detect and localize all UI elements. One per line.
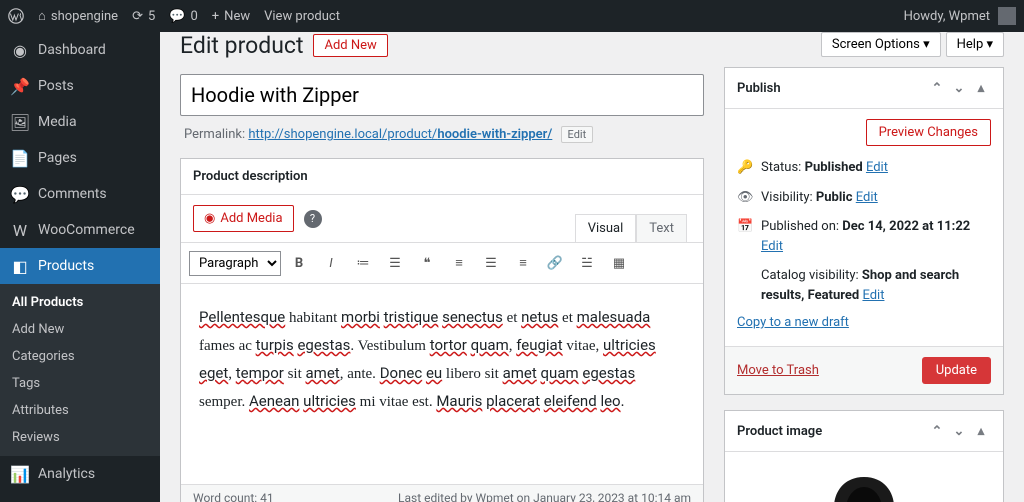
product-image-panel: Product image ⌃ ⌄ ▴ <box>724 410 1004 502</box>
screen-options-button[interactable]: Screen Options ▾ <box>821 32 941 57</box>
edit-visibility-link[interactable]: Edit <box>856 190 878 205</box>
updates-count: 5 <box>148 9 155 24</box>
updates-link[interactable]: ⟳ 5 <box>132 9 155 24</box>
word-count: Word count: 41 <box>193 491 274 502</box>
products-submenu: All Products Add New Categories Tags Att… <box>0 284 160 456</box>
number-list-button[interactable]: ☰ <box>381 249 409 277</box>
refresh-icon: ⟳ <box>132 9 143 24</box>
visual-tab[interactable]: Visual <box>575 214 637 242</box>
menu-dashboard[interactable]: ◉Dashboard <box>0 32 160 68</box>
bullet-list-button[interactable]: ≔ <box>349 249 377 277</box>
chevron-up-icon[interactable]: ⌃ <box>927 78 947 98</box>
copy-draft-link[interactable]: Copy to a new draft <box>737 315 991 330</box>
chevron-down-icon[interactable]: ⌄ <box>949 421 969 441</box>
site-name: shopengine <box>51 9 118 24</box>
publish-heading: Publish <box>737 81 781 96</box>
add-new-button[interactable]: Add New <box>313 34 387 57</box>
align-left-button[interactable]: ≡ <box>445 249 473 277</box>
site-link[interactable]: ⌂ shopengine <box>38 8 118 24</box>
admin-sidebar: ◉Dashboard 📌Posts 🖼Media 📄Pages 💬Comment… <box>0 0 160 502</box>
help-button[interactable]: Help ▾ <box>946 32 1004 57</box>
media-icon: ◉ <box>204 211 215 226</box>
align-right-button[interactable]: ≡ <box>509 249 537 277</box>
admin-topbar: ⌂ shopengine ⟳ 5 💬 0 + New View product … <box>0 0 1024 32</box>
description-heading: Product description <box>181 159 703 195</box>
align-center-button[interactable]: ☰ <box>477 249 505 277</box>
permalink-label: Permalink: <box>184 127 245 142</box>
edit-catalog-link[interactable]: Edit <box>862 288 884 303</box>
readmore-button[interactable]: ☱ <box>573 249 601 277</box>
edit-slug-button[interactable]: Edit <box>561 126 594 143</box>
page-icon: 📄 <box>10 148 30 168</box>
move-trash-link[interactable]: Move to Trash <box>737 363 819 378</box>
menu-marketing[interactable]: 📣Marketing <box>0 492 160 502</box>
menu-media[interactable]: 🖼Media <box>0 104 160 140</box>
hoodie-icon <box>784 467 944 502</box>
comments-icon: 💬 <box>10 184 30 204</box>
editor-toolbar: Paragraph B I ≔ ☰ ❝ ≡ ☰ ≡ 🔗 ☱ ▦ <box>181 242 703 284</box>
wp-logo[interactable] <box>8 8 24 24</box>
editor-content[interactable]: Pellentesque habitant morbi tristique se… <box>181 284 703 484</box>
toolbar-toggle-button[interactable]: ▦ <box>605 249 633 277</box>
italic-button[interactable]: I <box>317 249 345 277</box>
bold-button[interactable]: B <box>285 249 313 277</box>
submenu-add-new[interactable]: Add New <box>0 316 160 343</box>
menu-products[interactable]: ◧Products <box>0 248 160 284</box>
new-link[interactable]: + New <box>212 9 250 24</box>
dashboard-icon: ◉ <box>10 40 30 60</box>
product-title-input[interactable] <box>180 74 704 116</box>
publish-panel: Publish ⌃ ⌄ ▴ Preview Changes 🔑Status: P… <box>724 67 1004 395</box>
add-media-button[interactable]: ◉ Add Media <box>193 205 294 232</box>
preview-changes-button[interactable]: Preview Changes <box>866 119 991 146</box>
menu-comments[interactable]: 💬Comments <box>0 176 160 212</box>
format-select[interactable]: Paragraph <box>189 251 281 276</box>
view-product-link[interactable]: View product <box>264 9 340 24</box>
submenu-attributes[interactable]: Attributes <box>0 397 160 424</box>
chevron-down-icon[interactable]: ⌄ <box>949 78 969 98</box>
comments-count: 0 <box>190 9 197 24</box>
eye-icon: 👁 <box>737 188 753 208</box>
new-label: New <box>224 9 250 24</box>
submenu-reviews[interactable]: Reviews <box>0 424 160 451</box>
help-icon[interactable]: ? <box>304 210 322 228</box>
menu-woocommerce[interactable]: WWooCommerce <box>0 212 160 248</box>
menu-analytics[interactable]: 📊Analytics <box>0 456 160 492</box>
menu-pages[interactable]: 📄Pages <box>0 140 160 176</box>
description-box: Product description ◉ Add Media ? Visual… <box>180 158 704 502</box>
permalink-link[interactable]: http://shopengine.local/product/hoodie-w… <box>248 127 552 142</box>
link-button[interactable]: 🔗 <box>541 249 569 277</box>
woo-icon: W <box>10 220 30 240</box>
key-icon: 🔑 <box>737 158 753 178</box>
howdy-text[interactable]: Howdy, Wpmet <box>904 9 990 24</box>
comments-link[interactable]: 💬 0 <box>169 9 198 24</box>
plus-icon: + <box>212 9 219 24</box>
text-tab[interactable]: Text <box>636 214 687 242</box>
last-edited: Last edited by Wpmet on January 23, 2023… <box>398 491 691 502</box>
pin-icon: 📌 <box>10 76 30 96</box>
submenu-all-products[interactable]: All Products <box>0 289 160 316</box>
media-icon: 🖼 <box>10 112 30 132</box>
submenu-tags[interactable]: Tags <box>0 370 160 397</box>
products-icon: ◧ <box>10 256 30 276</box>
edit-status-link[interactable]: Edit <box>866 160 888 175</box>
chevron-up-icon[interactable]: ⌃ <box>927 421 947 441</box>
page-title: Edit product <box>180 32 303 59</box>
analytics-icon: 📊 <box>10 464 30 484</box>
toggle-panel-icon[interactable]: ▴ <box>971 78 991 98</box>
permalink-row: Permalink: http://shopengine.local/produ… <box>184 126 704 143</box>
menu-posts[interactable]: 📌Posts <box>0 68 160 104</box>
calendar-icon: 📅 <box>737 217 753 237</box>
product-image[interactable] <box>737 462 991 502</box>
quote-button[interactable]: ❝ <box>413 249 441 277</box>
submenu-categories[interactable]: Categories <box>0 343 160 370</box>
update-button[interactable]: Update <box>922 357 991 384</box>
comment-icon: 💬 <box>169 9 185 24</box>
avatar[interactable] <box>998 7 1016 25</box>
edit-date-link[interactable]: Edit <box>761 239 783 254</box>
home-icon: ⌂ <box>38 8 46 24</box>
toggle-panel-icon[interactable]: ▴ <box>971 421 991 441</box>
product-image-heading: Product image <box>737 424 822 439</box>
